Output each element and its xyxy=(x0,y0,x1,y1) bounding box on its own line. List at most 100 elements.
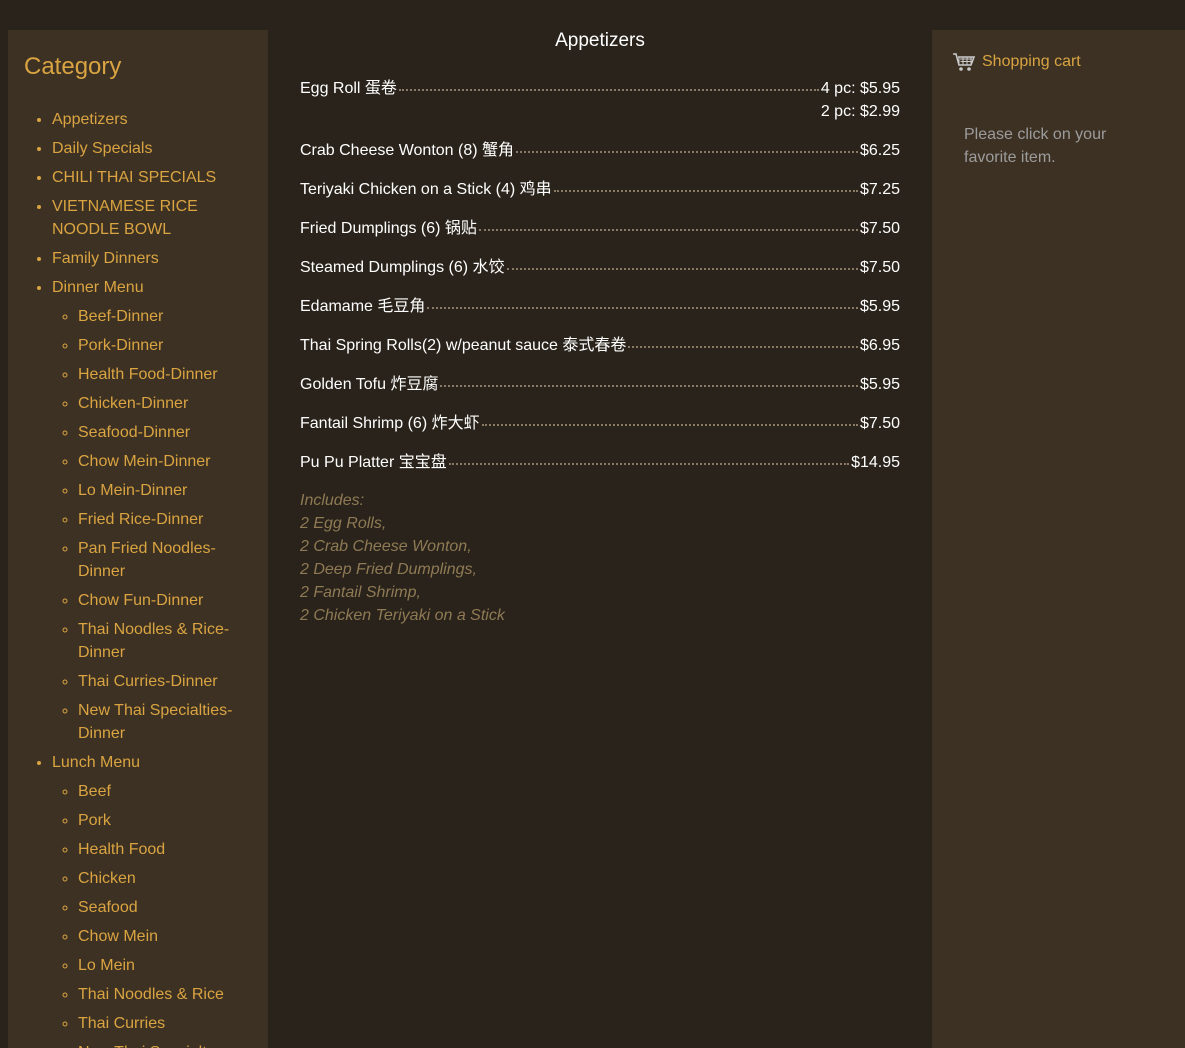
category-link-chili-thai-specials[interactable]: CHILI THAI SPECIALS xyxy=(52,169,216,186)
menu-item-price: $7.50 xyxy=(859,415,900,432)
subcategory-link-chow-fun-dinner[interactable]: Chow Fun-Dinner xyxy=(78,592,203,609)
subcategory-link-chicken-dinner[interactable]: Chicken-Dinner xyxy=(78,395,188,412)
subcategory-link-thai-noodles-rice-dinner[interactable]: Thai Noodles & Rice-Dinner xyxy=(78,621,229,661)
cart-panel: Shopping cart Please click on your favor… xyxy=(932,30,1185,1048)
shopping-cart-label: Shopping cart xyxy=(982,53,1081,70)
subcategory-link-new-thai-specialty[interactable]: New Thai Specialty xyxy=(78,1044,215,1048)
category-title: Category xyxy=(24,53,122,80)
menu-item[interactable]: Steamed Dumplings (6) 水饺 $7.50 xyxy=(300,256,900,279)
dotted-leader xyxy=(481,412,858,426)
subcategory-link-pork-dinner[interactable]: Pork-Dinner xyxy=(78,337,163,354)
menu-item[interactable]: Teriyaki Chicken on a Stick (4) 鸡串 $7.25 xyxy=(300,178,900,201)
cart-empty-message: Please click on your favorite item. xyxy=(964,126,1107,166)
subcategory-item-pork: Pork xyxy=(78,809,242,832)
menu-item-price: 2 pc: $2.99 xyxy=(820,103,900,120)
menu-item[interactable]: Edamame 毛豆角 $5.95 xyxy=(300,295,900,318)
subcategory-link-beef-dinner[interactable]: Beef-Dinner xyxy=(78,308,163,325)
subcategory-link-beef[interactable]: Beef xyxy=(78,783,111,800)
subcategory-link-thai-curries-dinner[interactable]: Thai Curries-Dinner xyxy=(78,673,218,690)
menu-item-list: Egg Roll 蛋卷 4 pc: $5.95 2 pc: $2.99 Crab Ch… xyxy=(300,77,900,627)
subcategory-link-chow-mein[interactable]: Chow Mein xyxy=(78,928,158,945)
subcategory-item-lo-mein-dinner: Lo Mein-Dinner xyxy=(78,479,242,502)
menu-item[interactable]: Fantail Shrimp (6) 炸大虾 $7.50 xyxy=(300,412,900,435)
menu-item-price: $5.95 xyxy=(859,298,900,315)
category-link-lunch-menu[interactable]: Lunch Menu xyxy=(52,754,140,771)
subcategory-item-thai-curries-dinner: Thai Curries-Dinner xyxy=(78,670,242,693)
category-link-dinner-menu[interactable]: Dinner Menu xyxy=(52,279,144,296)
category-link-vietnamese-rice-noodle-bowl[interactable]: VIETNAMESE RICE NOODLE BOWL xyxy=(52,198,198,238)
category-item-appetizers: Appetizers xyxy=(52,108,242,131)
menu-item-name: Teriyaki Chicken on a Stick (4) 鸡串 xyxy=(300,181,552,198)
subcategory-link-pork[interactable]: Pork xyxy=(78,812,111,829)
menu-item[interactable]: Golden Tofu 炸豆腐 $5.95 xyxy=(300,373,900,396)
category-link-daily-specials[interactable]: Daily Specials xyxy=(52,140,152,157)
dotted-leader xyxy=(398,77,819,91)
subcategory-list: Beef-Dinner Pork-Dinner Health Food-Dinner… xyxy=(52,305,242,745)
menu-item-prices: $7.50 xyxy=(860,412,900,435)
menu-item-prices: $7.25 xyxy=(860,178,900,201)
subcategory-link-health-food[interactable]: Health Food xyxy=(78,841,165,858)
subcategory-link-fried-rice-dinner[interactable]: Fried Rice-Dinner xyxy=(78,511,203,528)
subcategory-link-health-food-dinner[interactable]: Health Food-Dinner xyxy=(78,366,218,383)
category-link-family-dinners[interactable]: Family Dinners xyxy=(52,250,159,267)
dotted-leader xyxy=(553,178,858,192)
menu-item-name: Fantail Shrimp (6) 炸大虾 xyxy=(300,415,480,432)
includes-line: 2 Egg Rolls, xyxy=(300,515,387,532)
subcategory-item-thai-noodles-rice-dinner: Thai Noodles & Rice-Dinner xyxy=(78,618,242,664)
menu-item-prices: $5.95 xyxy=(860,295,900,318)
subcategory-link-chicken[interactable]: Chicken xyxy=(78,870,136,887)
subcategory-item-beef-dinner: Beef-Dinner xyxy=(78,305,242,328)
menu-item-prices: $7.50 xyxy=(860,217,900,240)
subcategory-item-health-food: Health Food xyxy=(78,838,242,861)
subcategory-link-lo-mein[interactable]: Lo Mein xyxy=(78,957,135,974)
category-item-vietnamese-rice-noodle-bowl: VIETNAMESE RICE NOODLE BOWL xyxy=(52,195,242,241)
menu-main: Appetizers Egg Roll 蛋卷 4 pc: $5.95 2 pc: $… xyxy=(268,30,932,1048)
subcategory-item-chicken-dinner: Chicken-Dinner xyxy=(78,392,242,415)
menu-item-name: Fried Dumplings (6) 锅贴 xyxy=(300,220,477,237)
category-link-appetizers[interactable]: Appetizers xyxy=(52,111,128,128)
subcategory-link-lo-mein-dinner[interactable]: Lo Mein-Dinner xyxy=(78,482,187,499)
menu-item-prices: $14.95 xyxy=(851,451,900,474)
menu-item-name: Golden Tofu 炸豆腐 xyxy=(300,376,439,393)
category-item-daily-specials: Daily Specials xyxy=(52,137,242,160)
subcategory-link-thai-curries[interactable]: Thai Curries xyxy=(78,1015,165,1032)
subcategory-item-pork-dinner: Pork-Dinner xyxy=(78,334,242,357)
menu-item-price: $7.50 xyxy=(859,220,900,237)
menu-item[interactable]: Pu Pu Platter 宝宝盘 $14.95 xyxy=(300,451,900,474)
subcategory-item-lo-mein: Lo Mein xyxy=(78,954,242,977)
subcategory-item-health-food-dinner: Health Food-Dinner xyxy=(78,363,242,386)
subcategory-item-fried-rice-dinner: Fried Rice-Dinner xyxy=(78,508,242,531)
subcategory-item-beef: Beef xyxy=(78,780,242,803)
menu-item-price: $6.95 xyxy=(859,337,900,354)
platter-includes-note: Includes: 2 Egg Rolls, 2 Crab Cheese Wonto… xyxy=(300,489,900,627)
subcategory-link-seafood[interactable]: Seafood xyxy=(78,899,138,916)
subcategory-link-new-thai-specialties-dinner[interactable]: New Thai Specialties-Dinner xyxy=(78,702,232,742)
subcategory-link-thai-noodles-rice[interactable]: Thai Noodles & Rice xyxy=(78,986,224,1003)
includes-line: 2 Chicken Teriyaki on a Stick xyxy=(300,607,505,624)
includes-line: 2 Deep Fried Dumplings, xyxy=(300,561,477,578)
menu-item-prices: $6.95 xyxy=(860,334,900,357)
shopping-cart-link[interactable]: Shopping cart xyxy=(952,51,1081,73)
subcategory-item-chicken: Chicken xyxy=(78,867,242,890)
menu-item[interactable]: Thai Spring Rolls(2) w/peanut sauce 泰式春卷… xyxy=(300,334,900,357)
subcategory-item-new-thai-specialties-dinner: New Thai Specialties-Dinner xyxy=(78,699,242,745)
subcategory-item-thai-curries: Thai Curries xyxy=(78,1012,242,1035)
menu-item-name: Thai Spring Rolls(2) w/peanut sauce 泰式春卷 xyxy=(300,337,627,354)
subcategory-link-seafood-dinner[interactable]: Seafood-Dinner xyxy=(78,424,190,441)
dotted-leader xyxy=(440,373,858,387)
menu-item[interactable]: Egg Roll 蛋卷 4 pc: $5.95 2 pc: $2.99 xyxy=(300,77,900,123)
menu-item-price: $7.50 xyxy=(859,259,900,276)
dotted-leader xyxy=(628,334,858,348)
dotted-leader xyxy=(516,139,858,153)
category-list: Appetizers Daily Specials CHILI THAI SPECI… xyxy=(8,108,242,1048)
menu-item[interactable]: Crab Cheese Wonton (8) 蟹角 $6.25 xyxy=(300,139,900,162)
menu-item[interactable]: Fried Dumplings (6) 锅贴 $7.50 xyxy=(300,217,900,240)
category-item-dinner-menu: Dinner Menu Beef-Dinner Pork-Dinner Health … xyxy=(52,276,242,745)
subcategory-link-pan-fried-noodles-dinner[interactable]: Pan Fried Noodles-Dinner xyxy=(78,540,216,580)
subcategory-link-chow-mein-dinner[interactable]: Chow Mein-Dinner xyxy=(78,453,211,470)
menu-item-name: Edamame 毛豆角 xyxy=(300,298,426,315)
category-item-chili-thai-specials: CHILI THAI SPECIALS xyxy=(52,166,242,189)
section-title: Appetizers xyxy=(555,30,645,51)
menu-item-prices: $7.50 xyxy=(860,256,900,279)
includes-line: 2 Crab Cheese Wonton, xyxy=(300,538,472,555)
